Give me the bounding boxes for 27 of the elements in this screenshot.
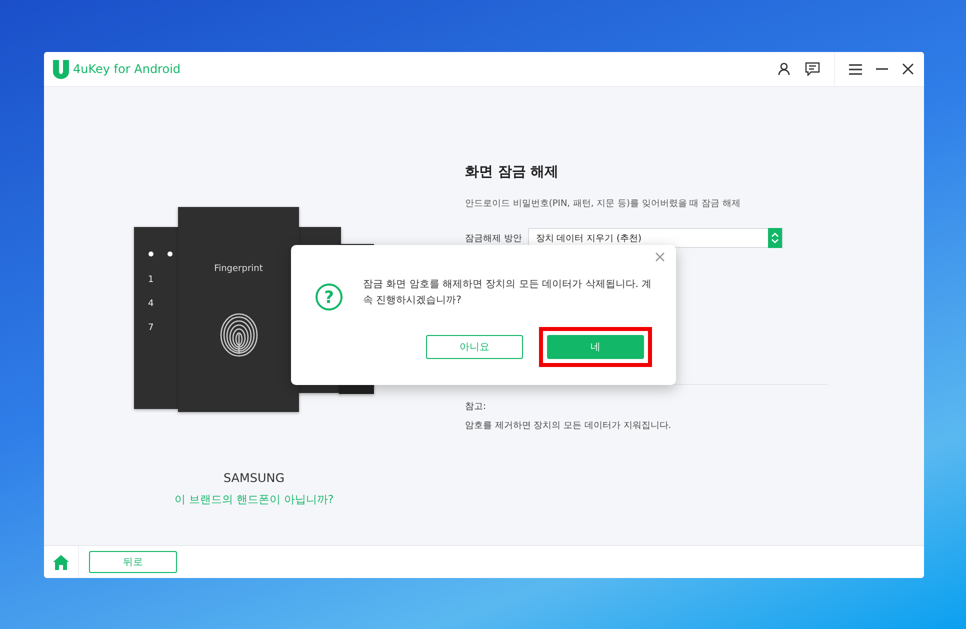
back-button[interactable]: 뒤로	[89, 551, 177, 573]
panel-description: 안드로이드 비밀번호(PIN, 패턴, 지문 등)를 잊어버렸을 때 잠금 해제	[465, 198, 742, 210]
card-label: Fingerprint	[214, 264, 263, 274]
close-icon[interactable]	[902, 63, 914, 75]
cancel-button[interactable]: 아니요	[426, 335, 523, 359]
method-label: 잠금해제 방안	[465, 232, 522, 244]
window-title: 4uKey for Android	[73, 62, 181, 76]
feedback-icon[interactable]	[805, 62, 820, 76]
keypad-key: 7	[148, 323, 189, 334]
dialog-message: 잠금 화면 암호를 해제하면 장치의 모든 데이터가 삭제됩니다. 계속 진행하시겠습니까?	[363, 278, 652, 308]
confirm-button[interactable]: 네	[547, 335, 644, 359]
menu-icon[interactable]	[849, 64, 862, 74]
keypad-key: 4	[148, 299, 189, 310]
note-text: 암호를 제거하면 장치의 모든 데이터가 지워집니다.	[465, 420, 672, 432]
panel-heading: 화면 잠금 해제	[465, 163, 560, 181]
wrong-brand-link[interactable]: 이 브랜드의 핸드폰이 아닙니까?	[174, 492, 334, 507]
logo-icon	[52, 59, 70, 79]
fingerprint-icon	[218, 312, 258, 358]
home-icon[interactable]	[53, 554, 69, 570]
note-title: 참고:	[465, 401, 488, 413]
question-icon: ?	[315, 283, 343, 311]
method-dropdown[interactable]: 장치 데이터 지우기 (추천)	[528, 228, 783, 248]
account-icon[interactable]	[777, 62, 791, 76]
brand-name: SAMSUNG	[223, 471, 285, 485]
minimize-icon[interactable]	[876, 68, 888, 70]
keypad-key: 1	[148, 275, 189, 286]
spinner-arrows-icon	[770, 232, 779, 244]
